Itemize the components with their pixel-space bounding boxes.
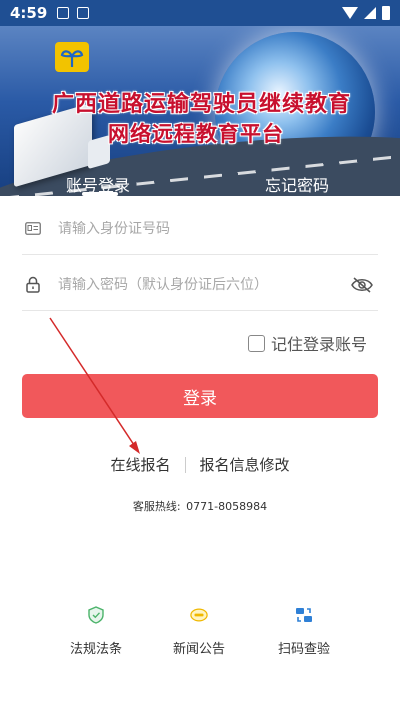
- id-number-field: [22, 203, 378, 255]
- remember-checkbox[interactable]: [248, 334, 265, 352]
- login-button[interactable]: 登录: [22, 374, 378, 418]
- nav-laws-regulations[interactable]: 法规法条: [56, 606, 136, 657]
- news-icon: [190, 608, 208, 622]
- status-time: 4:59: [10, 4, 48, 22]
- password-input[interactable]: [58, 276, 350, 293]
- nav-news-label: 新闻公告: [172, 642, 225, 657]
- lock-icon: [24, 276, 42, 294]
- online-register-link[interactable]: 在线报名: [110, 454, 170, 475]
- nav-laws-label: 法规法条: [69, 642, 122, 657]
- shield-icon: [88, 606, 104, 624]
- link-divider: [184, 456, 186, 473]
- battery-icon: [382, 6, 390, 20]
- registration-links: 在线报名 报名信息修改: [0, 454, 400, 475]
- signal-icon: [364, 7, 376, 19]
- notification-icon: [77, 7, 90, 19]
- eye-off-icon[interactable]: [350, 273, 374, 297]
- service-hotline: 客服热线: 0771-8058984: [0, 498, 400, 514]
- header-banner: 广西道路运输驾驶员继续教育 网络远程教育平台 账号登录 忘记密码: [0, 26, 400, 196]
- tab-forgot-password[interactable]: 忘记密码: [265, 172, 329, 196]
- status-bar: 4:59: [0, 0, 400, 26]
- banner-title-line2: 网络远程教育平台: [108, 122, 284, 146]
- gallery-icon: [57, 7, 70, 19]
- nav-scan-verify[interactable]: 扫码查验: [264, 606, 344, 657]
- modify-registration-link[interactable]: 报名信息修改: [200, 454, 290, 475]
- id-number-input[interactable]: [58, 220, 378, 237]
- hotline-label: 客服热线:: [132, 500, 181, 513]
- bottom-nav: 法规法条 新闻公告 扫码查验: [0, 606, 400, 666]
- nav-scan-label: 扫码查验: [277, 642, 330, 657]
- banner-title-line1: 广西道路运输驾驶员继续教育: [52, 92, 352, 117]
- wifi-icon: [342, 7, 358, 19]
- id-card-icon: [24, 220, 42, 238]
- status-indicators: [342, 6, 390, 20]
- active-tab-indicator: [82, 192, 118, 196]
- remember-account[interactable]: 记住登录账号: [248, 331, 367, 355]
- scan-icon: [296, 608, 312, 622]
- tree-logo-icon: [55, 42, 89, 72]
- hotline-number[interactable]: 0771-8058984: [186, 500, 267, 513]
- nav-news-announcements[interactable]: 新闻公告: [159, 606, 239, 657]
- remember-label: 记住登录账号: [271, 335, 368, 354]
- password-field: [22, 259, 378, 311]
